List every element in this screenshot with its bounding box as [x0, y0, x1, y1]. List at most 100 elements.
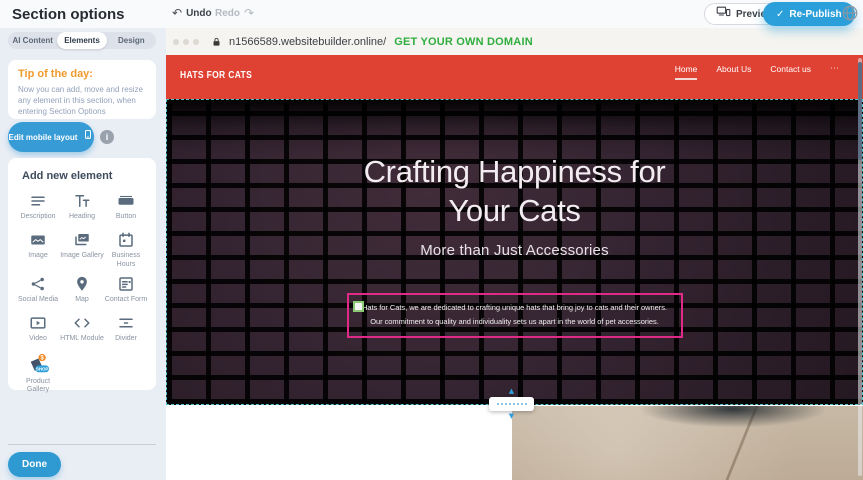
element-video[interactable]: Video: [16, 314, 60, 348]
tip-of-the-day-card: Tip of the day: Now you can add, move an…: [8, 60, 156, 119]
element-grid: Description Heading Button Image Image G…: [16, 192, 148, 395]
element-map[interactable]: Map: [60, 275, 104, 309]
browser-dot: [193, 39, 199, 45]
tab-ai-content-label: AI Content: [12, 36, 52, 45]
element-label: Description: [16, 213, 60, 222]
element-label: Social Media: [16, 296, 60, 305]
element-html-module[interactable]: HTML Module: [60, 314, 104, 348]
element-label: Map: [60, 296, 104, 305]
element-button[interactable]: Button: [104, 192, 148, 226]
language-globe-button[interactable]: [841, 4, 859, 22]
undo-label: Undo: [186, 8, 212, 19]
redo-button[interactable]: Redo ↷: [215, 6, 254, 20]
shop-badge: SHOP: [36, 366, 49, 371]
done-button[interactable]: Done: [8, 452, 61, 477]
info-icon[interactable]: i: [100, 130, 114, 144]
html-module-icon: [73, 314, 91, 332]
hero-section-selected[interactable]: Crafting Happiness for Your Cats More th…: [166, 99, 863, 405]
element-label: Image: [16, 252, 60, 261]
get-domain-link[interactable]: GET YOUR OWN DOMAIN: [394, 36, 533, 48]
browser-dot: [173, 39, 179, 45]
hero-subtitle[interactable]: More than Just Accessories: [420, 242, 609, 259]
sidebar: AI Content Elements Design Tip of the da…: [0, 28, 166, 480]
heading-icon: [73, 192, 91, 210]
sidebar-tabbar: AI Content Elements Design: [8, 32, 156, 49]
preview-scrollbar-thumb[interactable]: [858, 62, 862, 160]
browser-address-bar: n1566589.websitebuilder.online/ GET YOUR…: [166, 28, 863, 55]
site-logo[interactable]: HATS FOR CATS: [180, 70, 252, 81]
republish-label: Re-Publish: [789, 9, 841, 20]
undo-button[interactable]: ↶ Undo: [172, 6, 212, 20]
check-icon: ✓: [776, 9, 784, 20]
description-icon: [29, 192, 47, 210]
nav-more-icon[interactable]: ⋯: [830, 64, 839, 78]
devices-icon: [716, 5, 731, 23]
undo-icon: ↶: [172, 6, 182, 20]
nav-contact-us[interactable]: Contact us: [770, 64, 811, 78]
tab-ai-content[interactable]: AI Content: [8, 32, 57, 49]
product-gallery-icon: $ SHOP: [25, 353, 51, 375]
next-section-image: [512, 406, 863, 480]
next-section[interactable]: [166, 406, 863, 480]
hero-title[interactable]: Crafting Happiness for Your Cats: [342, 152, 687, 230]
contact-form-icon: [117, 275, 135, 293]
tab-elements[interactable]: Elements: [57, 32, 106, 49]
section-height-resize-handle[interactable]: ▲ ▼: [489, 397, 534, 411]
add-element-heading: Add new element: [22, 170, 148, 182]
element-label: Business Hours: [104, 252, 148, 270]
element-image-gallery[interactable]: Image Gallery: [60, 231, 104, 270]
social-media-icon: [29, 275, 47, 293]
resize-arrow-down-icon: ▼: [509, 413, 514, 420]
element-social-media[interactable]: Social Media: [16, 275, 60, 309]
site-preview-canvas: n1566589.websitebuilder.online/ GET YOUR…: [166, 28, 863, 480]
element-label: HTML Module: [60, 335, 104, 344]
resize-arrow-up-icon: ▲: [509, 388, 514, 395]
site-url: n1566589.websitebuilder.online/: [229, 36, 386, 48]
resize-handle-dashes: [497, 403, 527, 405]
tab-design[interactable]: Design: [107, 32, 156, 49]
element-label: Video: [16, 335, 60, 344]
redo-icon: ↷: [244, 6, 254, 20]
element-business-hours[interactable]: Business Hours: [104, 231, 148, 270]
element-divider[interactable]: Divider: [104, 314, 148, 348]
element-label: Divider: [104, 335, 148, 344]
lock-icon: [211, 36, 222, 48]
nav-about-us[interactable]: About Us: [716, 64, 751, 78]
tip-body: Now you can add, move and resize any ele…: [18, 84, 146, 118]
map-icon: [73, 275, 91, 293]
top-toolbar: Section options ↶ Undo Redo ↷ Preview ✓ …: [0, 0, 863, 28]
element-label: Image Gallery: [60, 252, 104, 261]
browser-dots: [173, 39, 199, 45]
divider-icon: [117, 314, 135, 332]
phone-icon: [83, 127, 93, 147]
site-nav: Home About Us Contact us ⋯: [675, 64, 839, 80]
element-label: Button: [104, 213, 148, 222]
nav-home[interactable]: Home: [675, 64, 698, 80]
element-label: Product Gallery: [16, 378, 60, 396]
hero-text-element-selected[interactable]: Hats for Cats, we are dedicated to craft…: [347, 293, 683, 338]
element-description[interactable]: Description: [16, 192, 60, 226]
button-icon: [117, 192, 135, 210]
element-contact-form[interactable]: Contact Form: [104, 275, 148, 309]
element-label: Heading: [60, 213, 104, 222]
redo-label: Redo: [215, 8, 240, 19]
page-title: Section options: [12, 6, 125, 23]
edit-mobile-layout-label: Edit mobile layout: [9, 133, 78, 142]
element-heading[interactable]: Heading: [60, 192, 104, 226]
done-label: Done: [22, 459, 47, 470]
element-image[interactable]: Image: [16, 231, 60, 270]
business-hours-icon: [117, 231, 135, 249]
element-product-gallery[interactable]: $ SHOP Product Gallery: [16, 353, 60, 396]
element-drag-handle[interactable]: [353, 301, 364, 312]
edit-mobile-layout-button[interactable]: Edit mobile layout: [8, 122, 94, 152]
element-label: Contact Form: [104, 296, 148, 305]
site-header[interactable]: HATS FOR CATS Home About Us Contact us ⋯: [166, 55, 863, 99]
add-element-panel: Add new element Description Heading Butt…: [8, 158, 156, 390]
hero-body-text[interactable]: Hats for Cats, we are dedicated to craft…: [357, 301, 673, 330]
tab-elements-label: Elements: [64, 36, 100, 45]
sidebar-divider: [8, 444, 156, 445]
tab-design-label: Design: [118, 36, 145, 45]
tip-heading: Tip of the day:: [18, 68, 146, 80]
image-gallery-icon: [73, 231, 91, 249]
browser-dot: [183, 39, 189, 45]
